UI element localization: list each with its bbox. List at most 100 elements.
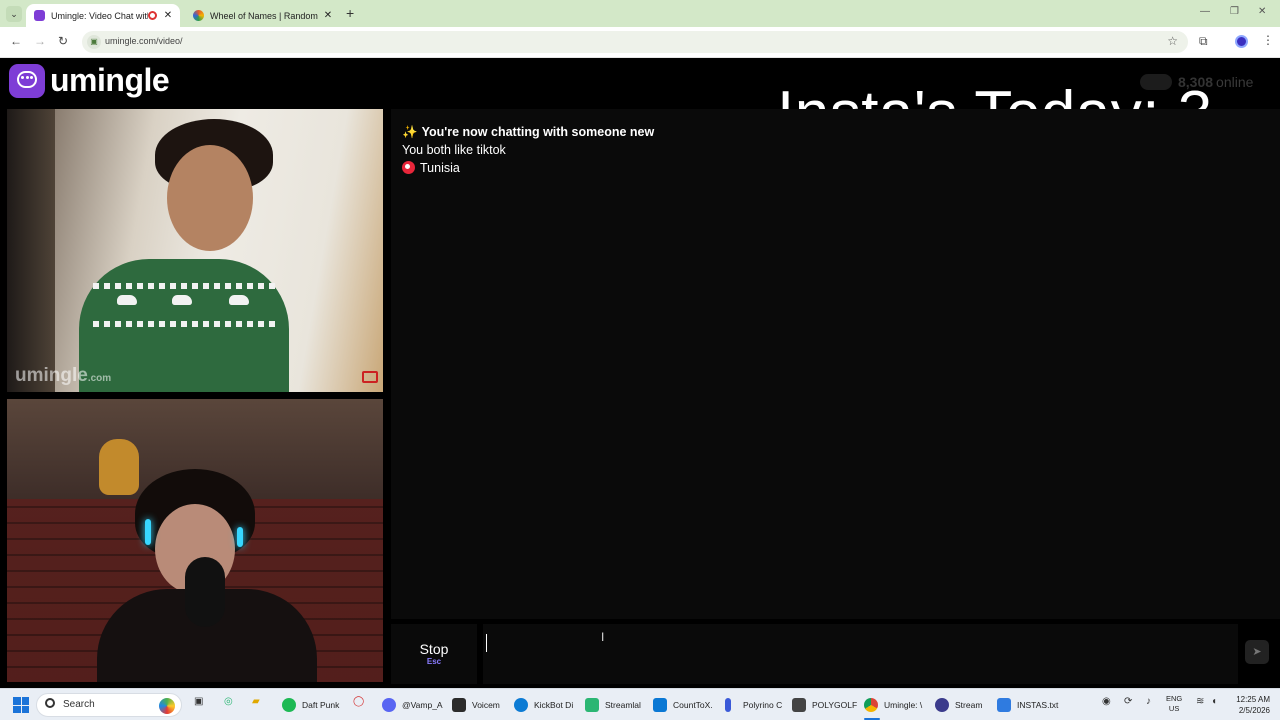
umingle-logo-icon[interactable] bbox=[9, 64, 45, 98]
report-flag-icon[interactable] bbox=[362, 371, 378, 383]
self-video bbox=[7, 399, 383, 682]
microphone-tray-icon[interactable]: ♪ bbox=[1146, 696, 1151, 707]
taskbar-item-spotify[interactable]: Daft Punk bbox=[282, 696, 339, 714]
minimize-icon[interactable]: — bbox=[1200, 6, 1210, 17]
omnibox[interactable]: ▣ umingle.com/video/ ☆ bbox=[82, 31, 1188, 53]
bookmark-star-icon[interactable]: ☆ bbox=[1167, 34, 1178, 48]
camera-in-use-icon[interactable]: ▣ bbox=[87, 35, 101, 49]
tab-umingle[interactable]: Umingle: Video Chat with S ✕ bbox=[26, 4, 180, 27]
task-view-icon[interactable]: ▣ bbox=[194, 696, 203, 707]
sync-tray-icon[interactable]: ⟳ bbox=[1124, 696, 1132, 707]
taskbar-item-notepad[interactable]: INSTAS.txt bbox=[997, 696, 1058, 714]
taskbar-item-polygolf[interactable]: POLYGOLF bbox=[792, 696, 857, 714]
online-label: online bbox=[1216, 74, 1254, 90]
reload-icon[interactable]: ↻ bbox=[58, 34, 68, 48]
clock-time: 12:25 AM bbox=[1236, 695, 1270, 704]
taskbar-item-stream[interactable]: Stream bbox=[935, 696, 982, 714]
taskbar-label: POLYGOLF bbox=[812, 700, 858, 710]
background-door bbox=[7, 109, 55, 392]
stop-button[interactable]: Stop Esc bbox=[391, 624, 477, 684]
taskbar-item-vscode[interactable]: CountToX. bbox=[653, 696, 713, 714]
umingle-favicon-icon bbox=[34, 10, 45, 21]
stop-label: Stop bbox=[419, 641, 449, 657]
close-tab-icon[interactable]: ✕ bbox=[321, 10, 335, 21]
stranger-video: umingle.com bbox=[7, 109, 383, 392]
taskbar-item-polyrino[interactable]: Polyrino C bbox=[725, 696, 782, 714]
tab-title: Wheel of Names | Random nam bbox=[210, 10, 321, 21]
tab-title: Umingle: Video Chat with S bbox=[51, 10, 148, 21]
wheel-favicon-icon bbox=[193, 10, 204, 21]
url-text[interactable]: umingle.com/video/ bbox=[105, 36, 183, 46]
taskbar-label: Streamlal bbox=[605, 700, 641, 710]
taskbar-label: Daft Punk bbox=[302, 700, 340, 710]
taskbar-item-discord[interactable]: @Vamp_A bbox=[382, 696, 443, 714]
pen-icon bbox=[725, 698, 731, 712]
chat-text: Tunisia bbox=[420, 161, 460, 175]
notepad-icon bbox=[997, 698, 1011, 712]
sweater-bear bbox=[117, 295, 137, 305]
tab-wheel-of-names[interactable]: Wheel of Names | Random nam ✕ bbox=[185, 4, 340, 27]
tab-search-button[interactable]: ⌄ bbox=[6, 6, 22, 22]
windows-taskbar: Search ▣ ◎ ▰ Daft Punk ◯ @Vamp_A Voicem … bbox=[0, 688, 1280, 720]
taskbar-label: @Vamp_A bbox=[402, 700, 443, 710]
chat-system-message: You both like tiktok bbox=[402, 143, 506, 157]
chat-panel: ✨ You're now chatting with someone new Yo… bbox=[391, 109, 1280, 619]
profile-avatar[interactable] bbox=[1235, 35, 1248, 48]
logo-wordmark[interactable]: umingle bbox=[50, 62, 170, 99]
taskbar-item-chrome[interactable]: Umingle: \ bbox=[864, 696, 922, 720]
sweater-bear bbox=[172, 295, 192, 305]
restore-icon[interactable]: ❐ bbox=[1230, 6, 1239, 17]
window-icon bbox=[792, 698, 806, 712]
taskbar-item-edge[interactable]: KickBot Di bbox=[514, 696, 573, 714]
taskbar-item-streamlabs[interactable]: Streamlal bbox=[585, 696, 641, 714]
taskbar-search[interactable]: Search bbox=[36, 693, 182, 717]
windows-start-icon[interactable] bbox=[13, 697, 29, 713]
taskbar-label: KickBot Di bbox=[534, 700, 574, 710]
taskbar-label: Polyrino C bbox=[743, 700, 783, 710]
voicemod-icon bbox=[452, 698, 466, 712]
sweater-pattern bbox=[93, 283, 275, 289]
send-icon[interactable]: ➤ bbox=[1245, 640, 1269, 664]
address-bar-row: ← → ↻ ▣ umingle.com/video/ ☆ bbox=[0, 27, 1280, 58]
wifi-icon[interactable]: ≋ bbox=[1196, 696, 1204, 707]
search-placeholder: Search bbox=[63, 699, 95, 710]
lang-code: ENG bbox=[1166, 694, 1183, 703]
extensions-icon[interactable]: ⧉ bbox=[1199, 34, 1208, 49]
menu-kebab-icon[interactable]: ⋮ bbox=[1262, 33, 1274, 47]
sweater-pattern bbox=[93, 321, 275, 327]
chat-system-message: Tunisia bbox=[402, 161, 460, 175]
forward-icon[interactable]: → bbox=[34, 34, 46, 48]
message-input[interactable] bbox=[483, 624, 1238, 684]
file-explorer-icon[interactable]: ▰ bbox=[252, 696, 260, 707]
umingle-watermark: umingle.com bbox=[15, 365, 111, 387]
stop-shortcut: Esc bbox=[426, 657, 442, 666]
background-vase bbox=[99, 439, 139, 495]
clock-date: 2/5/2026 bbox=[1238, 706, 1270, 715]
close-tab-icon[interactable]: ✕ bbox=[161, 10, 175, 21]
app-icon[interactable]: ◎ bbox=[224, 696, 233, 707]
taskbar-label: Stream bbox=[955, 700, 983, 710]
opera-icon[interactable]: ◯ bbox=[353, 696, 364, 707]
obs-icon bbox=[935, 698, 949, 712]
watermark-text: umingle bbox=[15, 365, 88, 386]
mouse-cursor-icon: I bbox=[601, 630, 605, 644]
sweater-bear bbox=[229, 295, 249, 305]
close-window-icon[interactable]: ✕ bbox=[1258, 6, 1266, 17]
taskbar-label: Voicem bbox=[472, 700, 500, 710]
search-highlight-icon bbox=[159, 698, 175, 714]
taskbar-clock[interactable]: 12:25 AM 2/5/2026 bbox=[1226, 694, 1270, 716]
volume-icon[interactable]: ◖ bbox=[1211, 696, 1217, 707]
microphone bbox=[185, 557, 225, 627]
taskbar-label: CountToX. bbox=[673, 700, 713, 710]
discord-tray-icon[interactable]: ◉ bbox=[1102, 696, 1111, 707]
language-indicator[interactable]: ENG US bbox=[1166, 694, 1182, 714]
taskbar-item-voicemod[interactable]: Voicem bbox=[452, 696, 500, 714]
streamlabs-icon bbox=[585, 698, 599, 712]
new-tab-button[interactable]: + bbox=[346, 5, 354, 21]
tunisia-flag-icon bbox=[402, 161, 415, 174]
back-icon[interactable]: ← bbox=[10, 34, 22, 48]
headset-light bbox=[237, 527, 243, 547]
chrome-icon bbox=[864, 698, 878, 712]
spotify-icon bbox=[282, 698, 296, 712]
chat-text: You're now chatting with someone new bbox=[421, 125, 655, 139]
